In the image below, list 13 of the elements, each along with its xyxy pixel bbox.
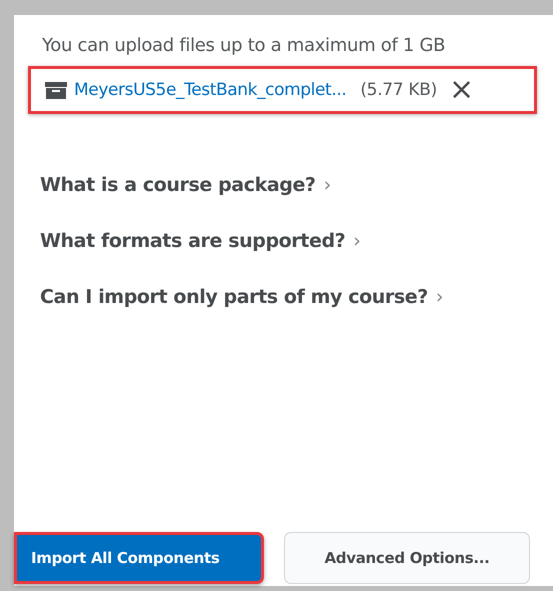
import-button[interactable]: Import All Components [14, 532, 264, 584]
close-button[interactable]: × [446, 76, 476, 104]
archive-icon [45, 82, 67, 98]
chevron-icon: › [436, 286, 444, 308]
upload-note: You can upload files up to a maximum of 1 GB [42, 35, 446, 56]
file-link[interactable]: MeyersUS5e_TestBank_complet... [74, 80, 346, 100]
file-size: (5.77 KB) [360, 80, 437, 100]
chevron-icon: › [353, 230, 361, 252]
help-link[interactable]: Can I import only parts of my course? [40, 286, 428, 308]
help-link[interactable]: What formats are supported? [40, 230, 346, 252]
help-link[interactable]: What is a course package? [40, 174, 316, 196]
chevron-icon: › [324, 174, 332, 196]
options-button[interactable]: Advanced Options... [284, 532, 530, 584]
